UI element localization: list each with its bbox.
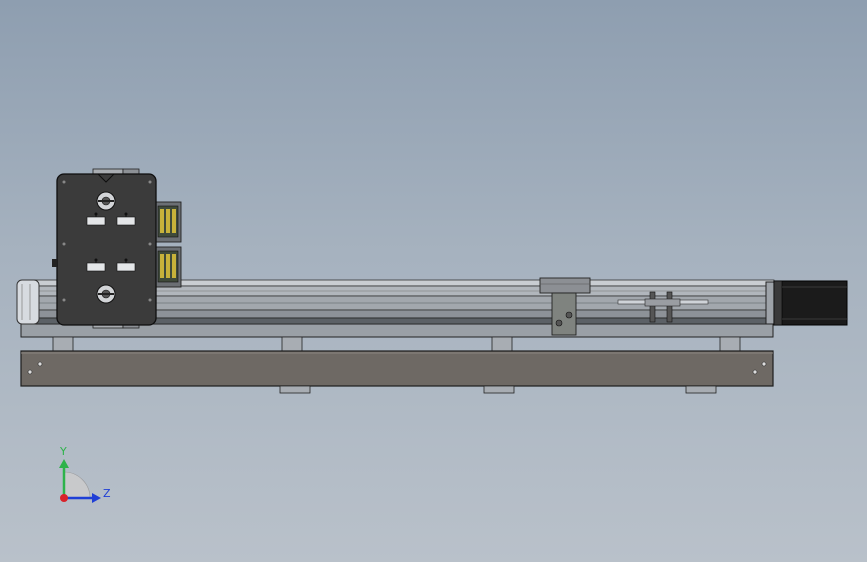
carriage-top [539, 277, 591, 294]
gripper-head-plate[interactable] [52, 168, 157, 329]
support-block-3 [491, 336, 513, 352]
support-block-1 [52, 336, 74, 352]
base-frame[interactable] [20, 323, 774, 394]
orientation-triad: Y Z [59, 445, 111, 503]
side-tab [52, 259, 57, 267]
bolt-hole [752, 369, 758, 375]
bolt-hole [37, 361, 43, 367]
bracket-bolt [555, 319, 563, 327]
bolt-hole [761, 361, 767, 367]
stepper-motor[interactable] [773, 280, 848, 326]
z-axis-arrow [92, 493, 101, 503]
z-axis-label: Z [103, 487, 111, 500]
rotary-knob-top[interactable] [96, 191, 116, 211]
connector-box-upper[interactable] [154, 201, 182, 243]
linear-stage-side-view: Y Z [16, 168, 848, 503]
x-axis-dot [60, 494, 68, 502]
sensor-bracket [551, 292, 577, 336]
cad-viewport[interactable]: Y Z [0, 0, 867, 562]
bracket-bolt [565, 311, 573, 319]
y-axis-arrow [59, 459, 69, 468]
support-block-4 [719, 336, 741, 352]
foot-1 [279, 385, 311, 394]
rotary-knob-bottom[interactable] [96, 284, 116, 304]
foot-2 [483, 385, 515, 394]
connector-box-lower[interactable] [154, 246, 182, 288]
left-end-cap [16, 279, 40, 325]
bolt-hole [27, 369, 33, 375]
triad-plane [63, 471, 91, 499]
support-block-2 [281, 336, 303, 352]
y-axis-label: Y [59, 445, 67, 458]
base-beam [20, 350, 774, 387]
motor-body [773, 280, 848, 326]
foot-3 [685, 385, 717, 394]
